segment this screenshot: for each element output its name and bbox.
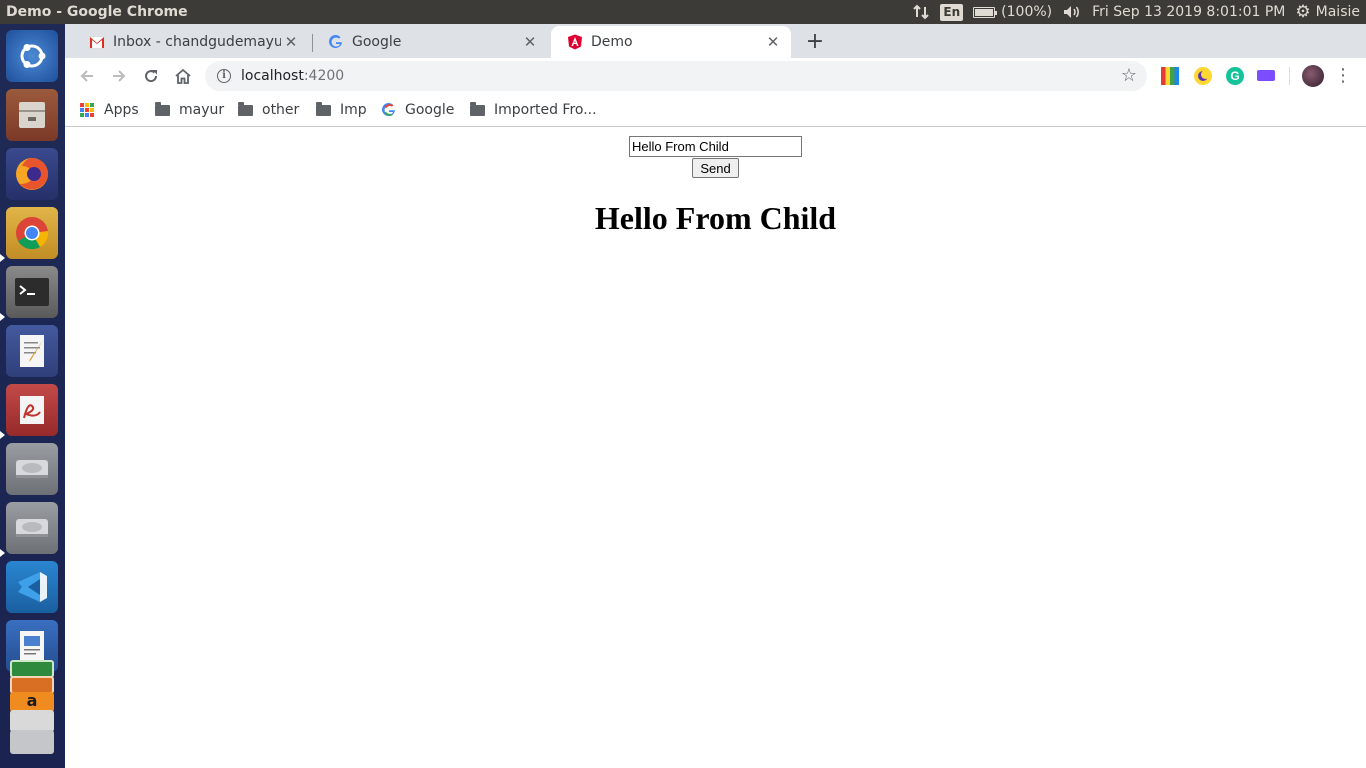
bookmark-apps[interactable]: Apps [80, 100, 139, 120]
toolbar: i localhost:4200 ☆ G ⋮ [65, 58, 1366, 94]
forward-button[interactable] [105, 62, 133, 90]
battery-percentage: (100%) [1001, 4, 1053, 20]
home-icon [175, 68, 191, 84]
top-panel: Demo - Google Chrome En (100%) Fri Sep 1… [0, 0, 1366, 24]
angular-icon [567, 34, 583, 50]
reload-button[interactable] [137, 62, 165, 90]
window-title: Demo - Google Chrome [6, 4, 188, 20]
message-input[interactable] [629, 136, 802, 157]
new-tab-button[interactable]: + [801, 28, 829, 56]
tab-title: Google [352, 34, 402, 50]
bookmark-google[interactable]: Google [382, 100, 454, 120]
bookmark-label: Apps [104, 102, 139, 118]
bookmark-label: Imported Fro... [494, 102, 597, 118]
toolbar-separator [1289, 67, 1290, 85]
bookmark-folder-other[interactable]: other [238, 100, 299, 120]
chrome-icon[interactable] [6, 207, 58, 259]
folder-icon [316, 101, 331, 116]
color-picker-extension-icon[interactable] [1161, 67, 1179, 85]
gear-icon: ⚙ [1295, 2, 1311, 22]
grammarly-extension-icon[interactable]: G [1226, 67, 1244, 85]
drive-icon[interactable] [6, 502, 58, 554]
chrome-menu-icon[interactable]: ⋮ [1334, 66, 1352, 86]
panel-indicators: En (100%) Fri Sep 13 2019 8:01:01 PM ⚙ M… [912, 0, 1366, 24]
vscode-icon[interactable] [6, 561, 58, 613]
url-port: :4200 [303, 68, 345, 84]
bookmark-label: Google [405, 102, 455, 118]
bookmark-star-icon[interactable]: ☆ [1121, 66, 1137, 86]
forward-arrow-icon [113, 70, 126, 82]
ubuntu-dash-icon[interactable] [6, 30, 58, 82]
stacked-launcher-items[interactable]: a [6, 660, 58, 760]
trash-icon [10, 730, 54, 754]
user-name: Maisie [1315, 4, 1360, 20]
site-info-icon[interactable]: i [217, 69, 231, 83]
keyboard-language-indicator[interactable]: En [940, 3, 964, 21]
network-icon[interactable] [912, 4, 930, 20]
software-icon [10, 710, 54, 732]
battery-indicator[interactable]: (100%) [973, 4, 1052, 20]
close-icon[interactable]: ✕ [281, 33, 301, 51]
gmail-icon [89, 34, 105, 50]
bookmarks-bar: Apps mayur other Imp Google Imported Fro… [65, 94, 1366, 127]
message-heading: Hello From Child [594, 200, 837, 236]
text-editor-icon[interactable] [6, 325, 58, 377]
bookmark-label: Imp [340, 102, 367, 118]
launcher: a [0, 24, 65, 768]
page-content: Send Hello From Child [65, 128, 1366, 768]
reload-icon [145, 70, 158, 83]
battery-icon [973, 6, 998, 18]
night-mode-extension-icon[interactable] [1194, 67, 1212, 85]
bookmark-label: mayur [179, 102, 225, 118]
terminal-icon[interactable] [6, 266, 58, 318]
clock[interactable]: Fri Sep 13 2019 8:01:01 PM [1092, 4, 1285, 20]
folder-icon [155, 101, 170, 116]
close-icon[interactable]: ✕ [520, 33, 540, 51]
folder-icon [470, 101, 485, 116]
tab-inbox[interactable]: Inbox - chandgudemayur ✕ [73, 26, 309, 58]
firefox-icon[interactable] [6, 148, 58, 200]
close-icon[interactable]: ✕ [763, 33, 783, 51]
home-button[interactable] [169, 62, 197, 90]
bookmark-folder-mayur[interactable]: mayur [155, 100, 224, 120]
url-host: localhost [241, 68, 304, 84]
pdf-viewer-icon[interactable] [6, 384, 58, 436]
bookmark-label: other [262, 102, 300, 118]
google-icon [382, 103, 396, 117]
amazon-icon: a [10, 692, 54, 712]
profile-avatar[interactable] [1302, 65, 1324, 87]
google-icon [328, 34, 344, 50]
back-arrow-icon [80, 70, 93, 82]
files-icon[interactable] [6, 89, 58, 141]
drive-icon[interactable] [6, 443, 58, 495]
tab-google[interactable]: Google ✕ [312, 26, 548, 58]
bookmark-folder-imported[interactable]: Imported Fro... [470, 100, 597, 120]
bookmark-folder-imp[interactable]: Imp [316, 100, 367, 120]
tab-title: Demo [591, 34, 633, 50]
volume-icon[interactable] [1062, 4, 1082, 20]
tab-demo[interactable]: Demo ✕ [551, 26, 791, 58]
tab-title: Inbox - chandgudemayur [113, 34, 281, 50]
session-menu[interactable]: ⚙ Maisie [1295, 2, 1360, 22]
tab-strip: Inbox - chandgudemayur ✕ Google ✕ Demo ✕… [65, 24, 1366, 58]
apps-grid-icon [80, 103, 94, 117]
folder-icon [238, 101, 253, 116]
send-button[interactable]: Send [692, 158, 739, 178]
keyboard-extension-icon[interactable] [1257, 70, 1275, 81]
back-button[interactable] [73, 62, 101, 90]
address-bar[interactable]: i localhost:4200 ☆ [205, 61, 1147, 91]
